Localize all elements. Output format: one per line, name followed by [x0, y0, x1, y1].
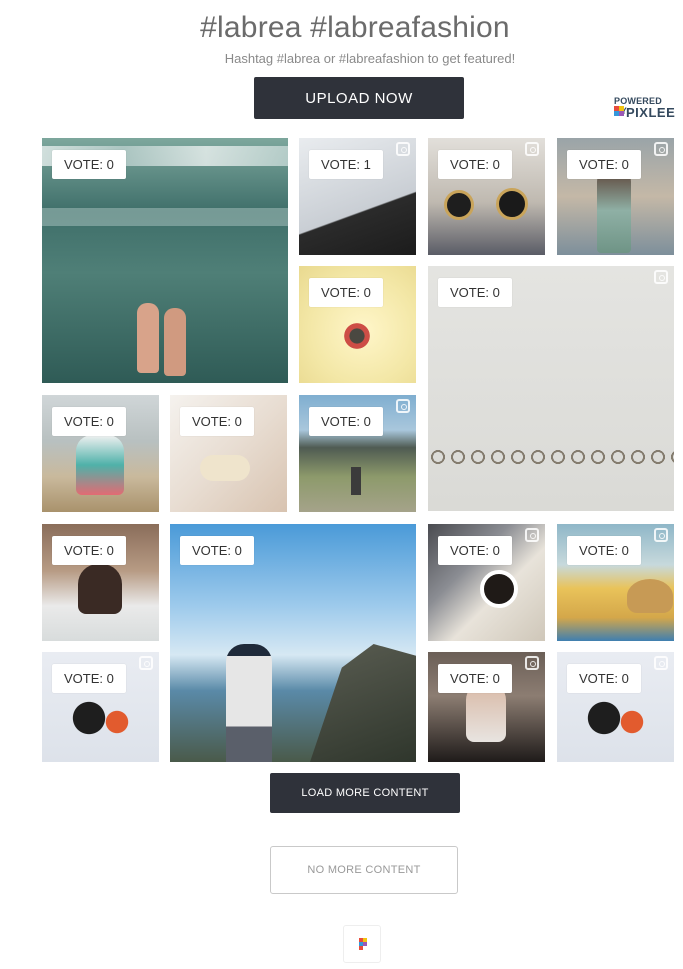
pixlee-brand: PIXLEE [626, 105, 676, 120]
photo-tile[interactable]: VOTE: 0 [428, 652, 545, 762]
person [78, 564, 122, 614]
vote-count[interactable]: VOTE: 0 [180, 407, 254, 436]
gallery-header: #labrea #labreafashion Hashtag #labrea o… [0, 0, 683, 122]
photo-tile[interactable]: VOTE: 0 [428, 138, 545, 255]
vote-count[interactable]: VOTE: 0 [567, 664, 641, 693]
vote-count[interactable]: VOTE: 0 [567, 150, 641, 179]
photo-tile[interactable]: VOTE: 0 [299, 395, 416, 512]
load-more-button[interactable]: LOAD MORE CONTENT [270, 773, 460, 813]
photo-gallery: VOTE: 0 VOTE: 1 VOTE: 0 VOTE: 0 VOTE: 0 … [28, 124, 683, 780]
photo-tile[interactable]: VOTE: 0 [428, 524, 545, 641]
photo-tile[interactable]: VOTE: 0 [557, 652, 674, 762]
vote-count[interactable]: VOTE: 0 [52, 150, 126, 179]
wave-foam [42, 208, 288, 226]
person [76, 435, 124, 495]
photo-tile[interactable]: VOTE: 0 [42, 652, 159, 762]
instagram-icon [654, 656, 668, 670]
vote-count[interactable]: VOTE: 0 [52, 536, 126, 565]
person [351, 467, 361, 495]
vote-count[interactable]: VOTE: 0 [438, 150, 512, 179]
photo-tile[interactable]: VOTE: 0 [42, 524, 159, 641]
page-title: #labrea #labreafashion [200, 11, 510, 44]
vote-count[interactable]: VOTE: 0 [180, 536, 254, 565]
no-more-content-button: NO MORE CONTENT [270, 846, 458, 894]
hat [627, 579, 673, 613]
shoes-circle [327, 316, 387, 356]
bag-and-shoes [583, 698, 653, 738]
upload-now-button[interactable]: UPLOAD NOW [254, 77, 464, 119]
pixlee-icon [614, 106, 624, 116]
vote-count[interactable]: VOTE: 0 [309, 407, 383, 436]
foot-left [137, 303, 159, 373]
instagram-icon [139, 656, 153, 670]
shoe [200, 455, 250, 481]
vote-count[interactable]: VOTE: 1 [309, 150, 383, 179]
vote-count[interactable]: VOTE: 0 [309, 278, 383, 307]
instagram-icon [525, 142, 539, 156]
rings-row [428, 446, 674, 468]
vote-count[interactable]: VOTE: 0 [438, 664, 512, 693]
photo-tile[interactable]: VOTE: 0 [557, 524, 674, 641]
vote-count[interactable]: VOTE: 0 [567, 536, 641, 565]
vote-count[interactable]: VOTE: 0 [438, 536, 512, 565]
powered-by-pixlee-logo[interactable]: POWERED BY PIXLEE [612, 96, 676, 120]
photo-tile[interactable]: VOTE: 0 [299, 266, 416, 383]
photo-tile[interactable]: VOTE: 0 [428, 266, 674, 511]
instagram-icon [396, 142, 410, 156]
instagram-icon [525, 656, 539, 670]
watch [496, 188, 528, 220]
photo-tile[interactable]: VOTE: 0 [42, 395, 159, 512]
person [597, 168, 631, 253]
instagram-icon [654, 142, 668, 156]
photo-tile[interactable]: VOTE: 0 [170, 395, 287, 512]
photo-tile[interactable]: VOTE: 0 [42, 138, 288, 383]
foot-right [164, 308, 186, 376]
pixlee-footer-icon[interactable] [343, 925, 381, 963]
instagram-icon [396, 399, 410, 413]
coffee-cup [480, 570, 518, 608]
photo-tile[interactable]: VOTE: 1 [299, 138, 416, 255]
instagram-icon [654, 528, 668, 542]
person [226, 644, 272, 762]
photo-tile[interactable]: VOTE: 0 [170, 524, 416, 762]
cliff [310, 644, 416, 762]
vote-count[interactable]: VOTE: 0 [52, 407, 126, 436]
bag-and-shoes [68, 698, 138, 738]
instagram-icon [654, 270, 668, 284]
instagram-icon [525, 528, 539, 542]
watch [444, 190, 474, 220]
page-subtitle: Hashtag #labrea or #labreafashion to get… [224, 51, 516, 66]
vote-count[interactable]: VOTE: 0 [438, 278, 512, 307]
photo-tile[interactable]: VOTE: 0 [557, 138, 674, 255]
vote-count[interactable]: VOTE: 0 [52, 664, 126, 693]
